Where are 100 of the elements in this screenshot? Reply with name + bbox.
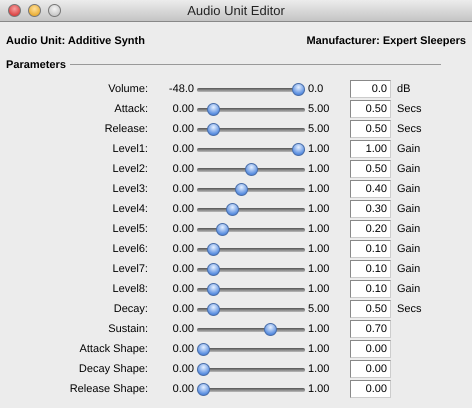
- min-value: 0.00: [172, 182, 195, 197]
- parameter-label: Sustain:: [107, 322, 148, 337]
- parameter-label: Release Shape:: [68, 382, 148, 397]
- max-value: 1.00: [307, 282, 330, 297]
- manufacturer-label: Manufacturer: Expert Sleepers: [306, 34, 466, 49]
- max-value: 1.00: [307, 202, 330, 217]
- slider-thumb[interactable]: [264, 322, 276, 336]
- parameter-label: Level7:: [112, 262, 148, 277]
- max-value: 0.0: [307, 82, 324, 97]
- audio-unit-label: Audio Unit: Additive Synth: [6, 34, 145, 49]
- unit-label: Gain: [396, 242, 420, 257]
- slider-thumb[interactable]: [197, 362, 210, 376]
- value-field[interactable]: 0.50: [350, 120, 391, 138]
- value-field[interactable]: 1.00: [350, 140, 391, 158]
- slider[interactable]: [197, 142, 305, 156]
- slider[interactable]: [197, 102, 305, 116]
- slider-thumb[interactable]: [206, 242, 220, 256]
- slider-thumb[interactable]: [216, 222, 229, 236]
- unit-label: Gain: [396, 142, 420, 157]
- slider-thumb[interactable]: [206, 102, 220, 116]
- max-value: 5.00: [307, 302, 330, 317]
- parameter-label: Level2:: [112, 162, 148, 177]
- min-value: 0.00: [172, 282, 195, 297]
- slider[interactable]: [197, 222, 305, 236]
- parameter-label: Attack Shape:: [78, 342, 148, 357]
- parameter-label: Level8:: [112, 282, 148, 297]
- parameter-label: Decay Shape:: [78, 362, 148, 377]
- unit-label: Secs: [396, 102, 422, 117]
- slider[interactable]: [197, 362, 305, 376]
- close-button[interactable]: [8, 4, 21, 17]
- slider-thumb[interactable]: [226, 202, 238, 216]
- max-value: 1.00: [307, 382, 330, 397]
- zoom-button[interactable]: [48, 4, 61, 17]
- unit-label: Gain: [396, 202, 420, 217]
- slider[interactable]: [197, 282, 305, 296]
- slider[interactable]: [197, 182, 305, 196]
- slider-thumb[interactable]: [244, 162, 258, 176]
- unit-label: dB: [396, 82, 410, 97]
- unit-label: Gain: [396, 262, 420, 277]
- slider-thumb[interactable]: [206, 262, 220, 276]
- slider[interactable]: [197, 162, 305, 176]
- value-field[interactable]: 0.50: [350, 300, 391, 318]
- slider[interactable]: [197, 202, 305, 216]
- value-field[interactable]: 0.10: [350, 260, 391, 278]
- min-value: 0.00: [172, 262, 195, 277]
- unit-label: Gain: [396, 162, 420, 177]
- min-value: 0.00: [172, 122, 195, 137]
- max-value: 1.00: [307, 342, 330, 357]
- min-value: -48.0: [168, 82, 195, 97]
- unit-label: Secs: [396, 302, 422, 317]
- slider[interactable]: [197, 382, 305, 396]
- value-field[interactable]: 0.50: [350, 160, 391, 178]
- window-title: Audio Unit Editor: [187, 2, 285, 20]
- unit-label: Secs: [396, 122, 422, 137]
- slider[interactable]: [197, 122, 305, 136]
- max-value: 1.00: [307, 162, 330, 177]
- parameter-label: Decay:: [112, 302, 148, 317]
- min-value: 0.00: [172, 362, 195, 377]
- value-field[interactable]: 0.40: [350, 180, 391, 198]
- max-value: 5.00: [307, 122, 330, 137]
- min-value: 0.00: [172, 142, 195, 157]
- slider-thumb[interactable]: [197, 342, 210, 356]
- min-value: 0.00: [172, 322, 195, 337]
- slider-thumb[interactable]: [206, 122, 220, 136]
- value-field[interactable]: 0.70: [350, 320, 391, 338]
- value-field[interactable]: 0.0: [350, 80, 391, 98]
- slider-thumb[interactable]: [206, 302, 220, 316]
- slider[interactable]: [197, 302, 305, 316]
- parameter-label: Level5:: [112, 222, 148, 237]
- slider-thumb[interactable]: [197, 382, 210, 396]
- slider-thumb[interactable]: [235, 182, 248, 196]
- unit-label: Gain: [396, 182, 420, 197]
- value-field[interactable]: 0.00: [350, 380, 391, 398]
- value-field[interactable]: 0.20: [350, 220, 391, 238]
- value-field[interactable]: 0.30: [350, 200, 391, 218]
- slider[interactable]: [197, 82, 305, 96]
- value-field[interactable]: 0.00: [350, 340, 391, 358]
- slider[interactable]: [197, 342, 305, 356]
- min-value: 0.00: [172, 222, 195, 237]
- slider[interactable]: [197, 242, 305, 256]
- unit-label: Gain: [396, 222, 420, 237]
- parameter-label: Level4:: [112, 202, 148, 217]
- value-field[interactable]: 0.00: [350, 360, 391, 378]
- slider-thumb[interactable]: [292, 82, 305, 96]
- parameter-label: Level3:: [112, 182, 148, 197]
- slider-thumb[interactable]: [292, 142, 305, 156]
- max-value: 1.00: [307, 142, 330, 157]
- slider-thumb[interactable]: [206, 282, 220, 296]
- value-field[interactable]: 0.10: [350, 280, 391, 298]
- min-value: 0.00: [172, 342, 195, 357]
- slider[interactable]: [197, 262, 305, 276]
- value-field[interactable]: 0.10: [350, 240, 391, 258]
- value-field[interactable]: 0.50: [350, 100, 391, 118]
- min-value: 0.00: [172, 202, 195, 217]
- max-value: 1.00: [307, 182, 330, 197]
- min-value: 0.00: [172, 162, 195, 177]
- minimize-button[interactable]: [28, 4, 41, 17]
- section-title: Parameters: [6, 58, 66, 72]
- max-value: 1.00: [307, 262, 330, 277]
- slider[interactable]: [197, 322, 305, 336]
